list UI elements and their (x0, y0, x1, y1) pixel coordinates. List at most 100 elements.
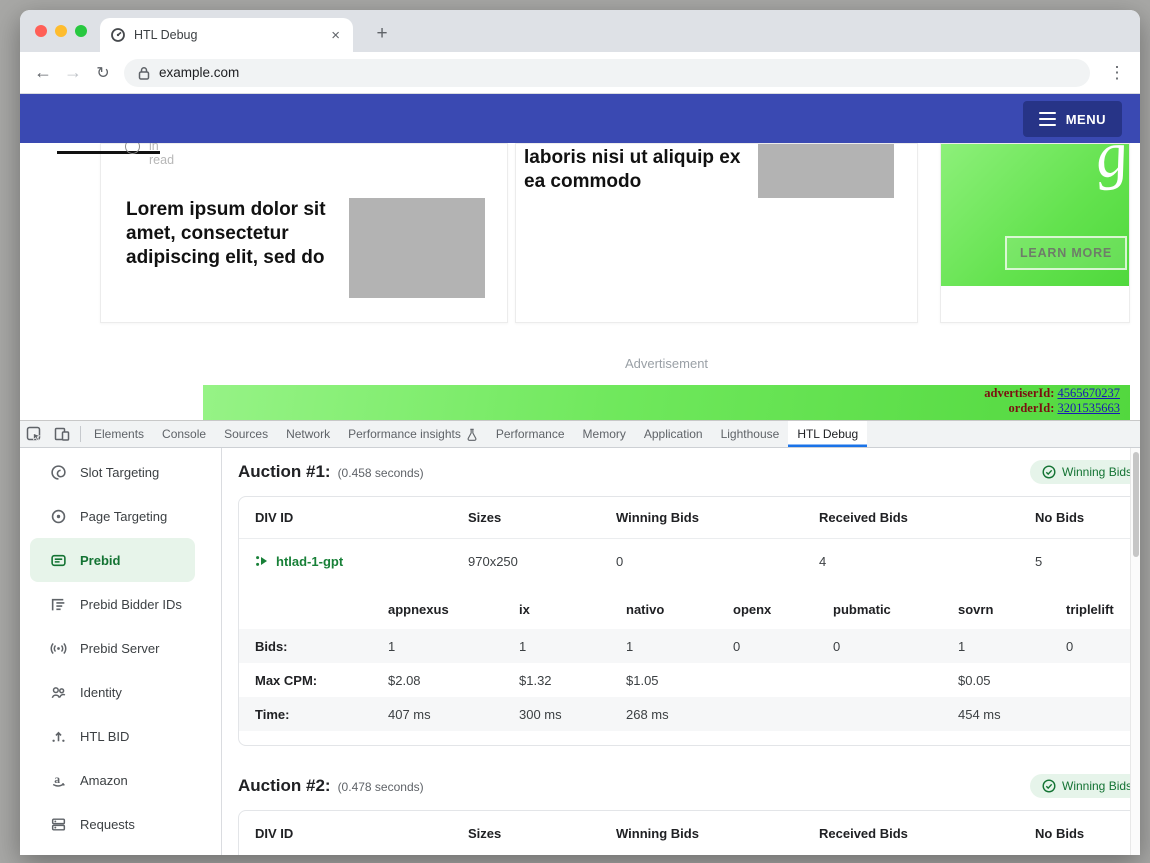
time-row: Time: 407 ms 300 ms 268 ms 454 ms (239, 697, 1140, 731)
sidebar-item-htl-bid[interactable]: HTL BID (30, 714, 195, 758)
sidebar-item-identity[interactable]: Identity (30, 670, 195, 714)
article-card-center[interactable]: laboris nisi ut aliquip ex ea commodo (515, 143, 918, 323)
site-menu-button[interactable]: MENU (1023, 101, 1122, 137)
sidebar-item-slot-targeting[interactable]: Slot Targeting (30, 450, 195, 494)
side-ad-creative[interactable]: g LEARN MORE (941, 144, 1129, 286)
toolbar-separator (80, 426, 81, 442)
site-header: MENU (20, 94, 1140, 143)
sidebar-item-amazon[interactable]: a Amazon (30, 758, 195, 802)
tab-elements[interactable]: Elements (85, 421, 153, 447)
tab-network[interactable]: Network (277, 421, 339, 447)
bidder-nativo: nativo (626, 602, 733, 617)
sidebar-item-prebid-bidder-ids[interactable]: Prebid Bidder IDs (30, 582, 195, 626)
learn-more-button[interactable]: LEARN MORE (1005, 236, 1127, 270)
banner-ad[interactable]: advertiserId: 4565670237 orderId: 320153… (203, 385, 1130, 420)
sidebar-item-page-targeting[interactable]: Page Targeting (30, 494, 195, 538)
div-id-cell[interactable]: htlad-1-gpt (255, 554, 468, 569)
inspect-element-icon[interactable] (20, 421, 48, 447)
col-sizes: Sizes (468, 826, 616, 841)
col-winning-bids: Winning Bids (616, 826, 819, 841)
col-no-bids: No Bids (1035, 510, 1140, 525)
inread-underline (57, 151, 160, 154)
prebid-server-icon (50, 640, 67, 657)
tab-strip: HTL Debug × + (20, 10, 1140, 52)
tab-memory[interactable]: Memory (574, 421, 635, 447)
received-bids-cell: 4 (819, 554, 1035, 569)
col-winning-bids: Winning Bids (616, 510, 819, 525)
close-window-button[interactable] (35, 25, 47, 37)
auction-1-table: DIV ID Sizes Winning Bids Received Bids … (238, 496, 1140, 746)
advertiser-id-value[interactable]: 4565670237 (1058, 386, 1121, 400)
winning-bids-badge: Winning Bids: 0 (1030, 774, 1140, 798)
page-targeting-icon (50, 508, 67, 525)
advertiser-id-line: advertiserId: 4565670237 (984, 386, 1120, 401)
minimize-window-button[interactable] (55, 25, 67, 37)
lock-icon (138, 66, 150, 80)
identity-icon (50, 684, 67, 701)
htl-debug-panel: Auction #1: (0.458 seconds) Winning Bids… (222, 448, 1140, 855)
prebid-bidder-ids-icon (50, 596, 67, 613)
auction-1-duration: (0.458 seconds) (338, 466, 424, 480)
sidebar-item-requests[interactable]: Requests (30, 802, 195, 846)
bidder-appnexus: appnexus (388, 602, 519, 617)
col-received-bids: Received Bids (819, 826, 1035, 841)
close-tab-icon[interactable]: × (328, 27, 343, 44)
window-controls (35, 25, 87, 37)
article-card-left[interactable]: Lorem ipsum dolor sit amet, consectetur … (100, 143, 508, 323)
inread-label: in read (149, 139, 174, 167)
article-image-placeholder (349, 198, 485, 298)
url-text: example.com (159, 65, 239, 80)
order-id-value[interactable]: 3201535663 (1058, 401, 1121, 415)
address-bar[interactable]: example.com (124, 59, 1090, 87)
order-id-label: orderId: (1009, 401, 1055, 415)
check-circle-icon (1042, 779, 1056, 793)
scrollbar-thumb[interactable] (1133, 452, 1139, 557)
devtools-tab-bar: Elements Console Sources Network Perform… (20, 421, 1140, 448)
zoom-window-button[interactable] (75, 25, 87, 37)
page-viewport: MENU in read Lorem ipsum dolor sit amet,… (20, 94, 1140, 420)
prebid-icon (50, 552, 67, 569)
devtools-panel: Elements Console Sources Network Perform… (20, 420, 1140, 855)
auction-table-header: DIV ID Sizes Winning Bids Received Bids … (239, 497, 1140, 539)
auction-table-header: DIV ID Sizes Winning Bids Received Bids … (239, 811, 1140, 855)
devtools-sidebar: Slot Targeting Page Targeting Prebid (20, 448, 222, 855)
devtools-scrollbar[interactable] (1130, 448, 1140, 855)
browser-tab[interactable]: HTL Debug × (100, 18, 353, 52)
tab-console[interactable]: Console (153, 421, 215, 447)
auction-2-table: DIV ID Sizes Winning Bids Received Bids … (238, 810, 1140, 855)
reload-button[interactable]: ↻ (88, 58, 118, 88)
amazon-icon: a (50, 772, 67, 789)
browser-menu-icon[interactable]: ⋮ (1104, 60, 1130, 86)
no-bids-cell: 5 (1035, 554, 1140, 569)
sizes-cell: 970x250 (468, 554, 616, 569)
tab-performance[interactable]: Performance (487, 421, 574, 447)
hamburger-icon (1039, 112, 1056, 126)
device-toolbar-icon[interactable] (48, 421, 76, 447)
sidebar-item-prebid-server[interactable]: Prebid Server (30, 626, 195, 670)
new-tab-button[interactable]: + (368, 20, 396, 48)
devtools-body: Slot Targeting Page Targeting Prebid (20, 448, 1140, 855)
col-div-id: DIV ID (255, 510, 468, 525)
tab-performance-insights[interactable]: Performance insights (339, 421, 487, 447)
tab-htl-debug[interactable]: HTL Debug (788, 421, 867, 447)
article-image-placeholder (758, 144, 894, 198)
max-cpm-row: Max CPM: $2.08 $1.32 $1.05 $0.05 (239, 663, 1140, 697)
side-ad-card[interactable]: g LEARN MORE (940, 143, 1130, 323)
back-button[interactable]: ← (28, 58, 58, 88)
article-headline: laboris nisi ut aliquip ex ea commodo (524, 146, 759, 194)
browser-toolbar: ← → ↻ example.com ⋮ (20, 52, 1140, 94)
article-headline: Lorem ipsum dolor sit amet, consectetur … (126, 198, 341, 269)
bidder-triplelift: triplelift (1066, 602, 1140, 617)
htl-bid-icon (50, 728, 67, 745)
auction-1-header: Auction #1: (0.458 seconds) Winning Bids… (238, 462, 1140, 488)
winning-bids-badge: Winning Bids: 0 (1030, 460, 1140, 484)
tab-sources[interactable]: Sources (215, 421, 277, 447)
advertiser-id-label: advertiserId: (984, 386, 1054, 400)
bidder-openx: openx (733, 602, 833, 617)
banner-ad-meta: advertiserId: 4565670237 orderId: 320153… (984, 386, 1120, 416)
tab-application[interactable]: Application (635, 421, 712, 447)
table-row: htlad-1-gpt 970x250 0 4 5 (239, 539, 1140, 583)
tab-lighthouse[interactable]: Lighthouse (712, 421, 789, 447)
sidebar-item-prebid[interactable]: Prebid (30, 538, 195, 582)
auction-2-title: Auction #2: (238, 776, 331, 796)
